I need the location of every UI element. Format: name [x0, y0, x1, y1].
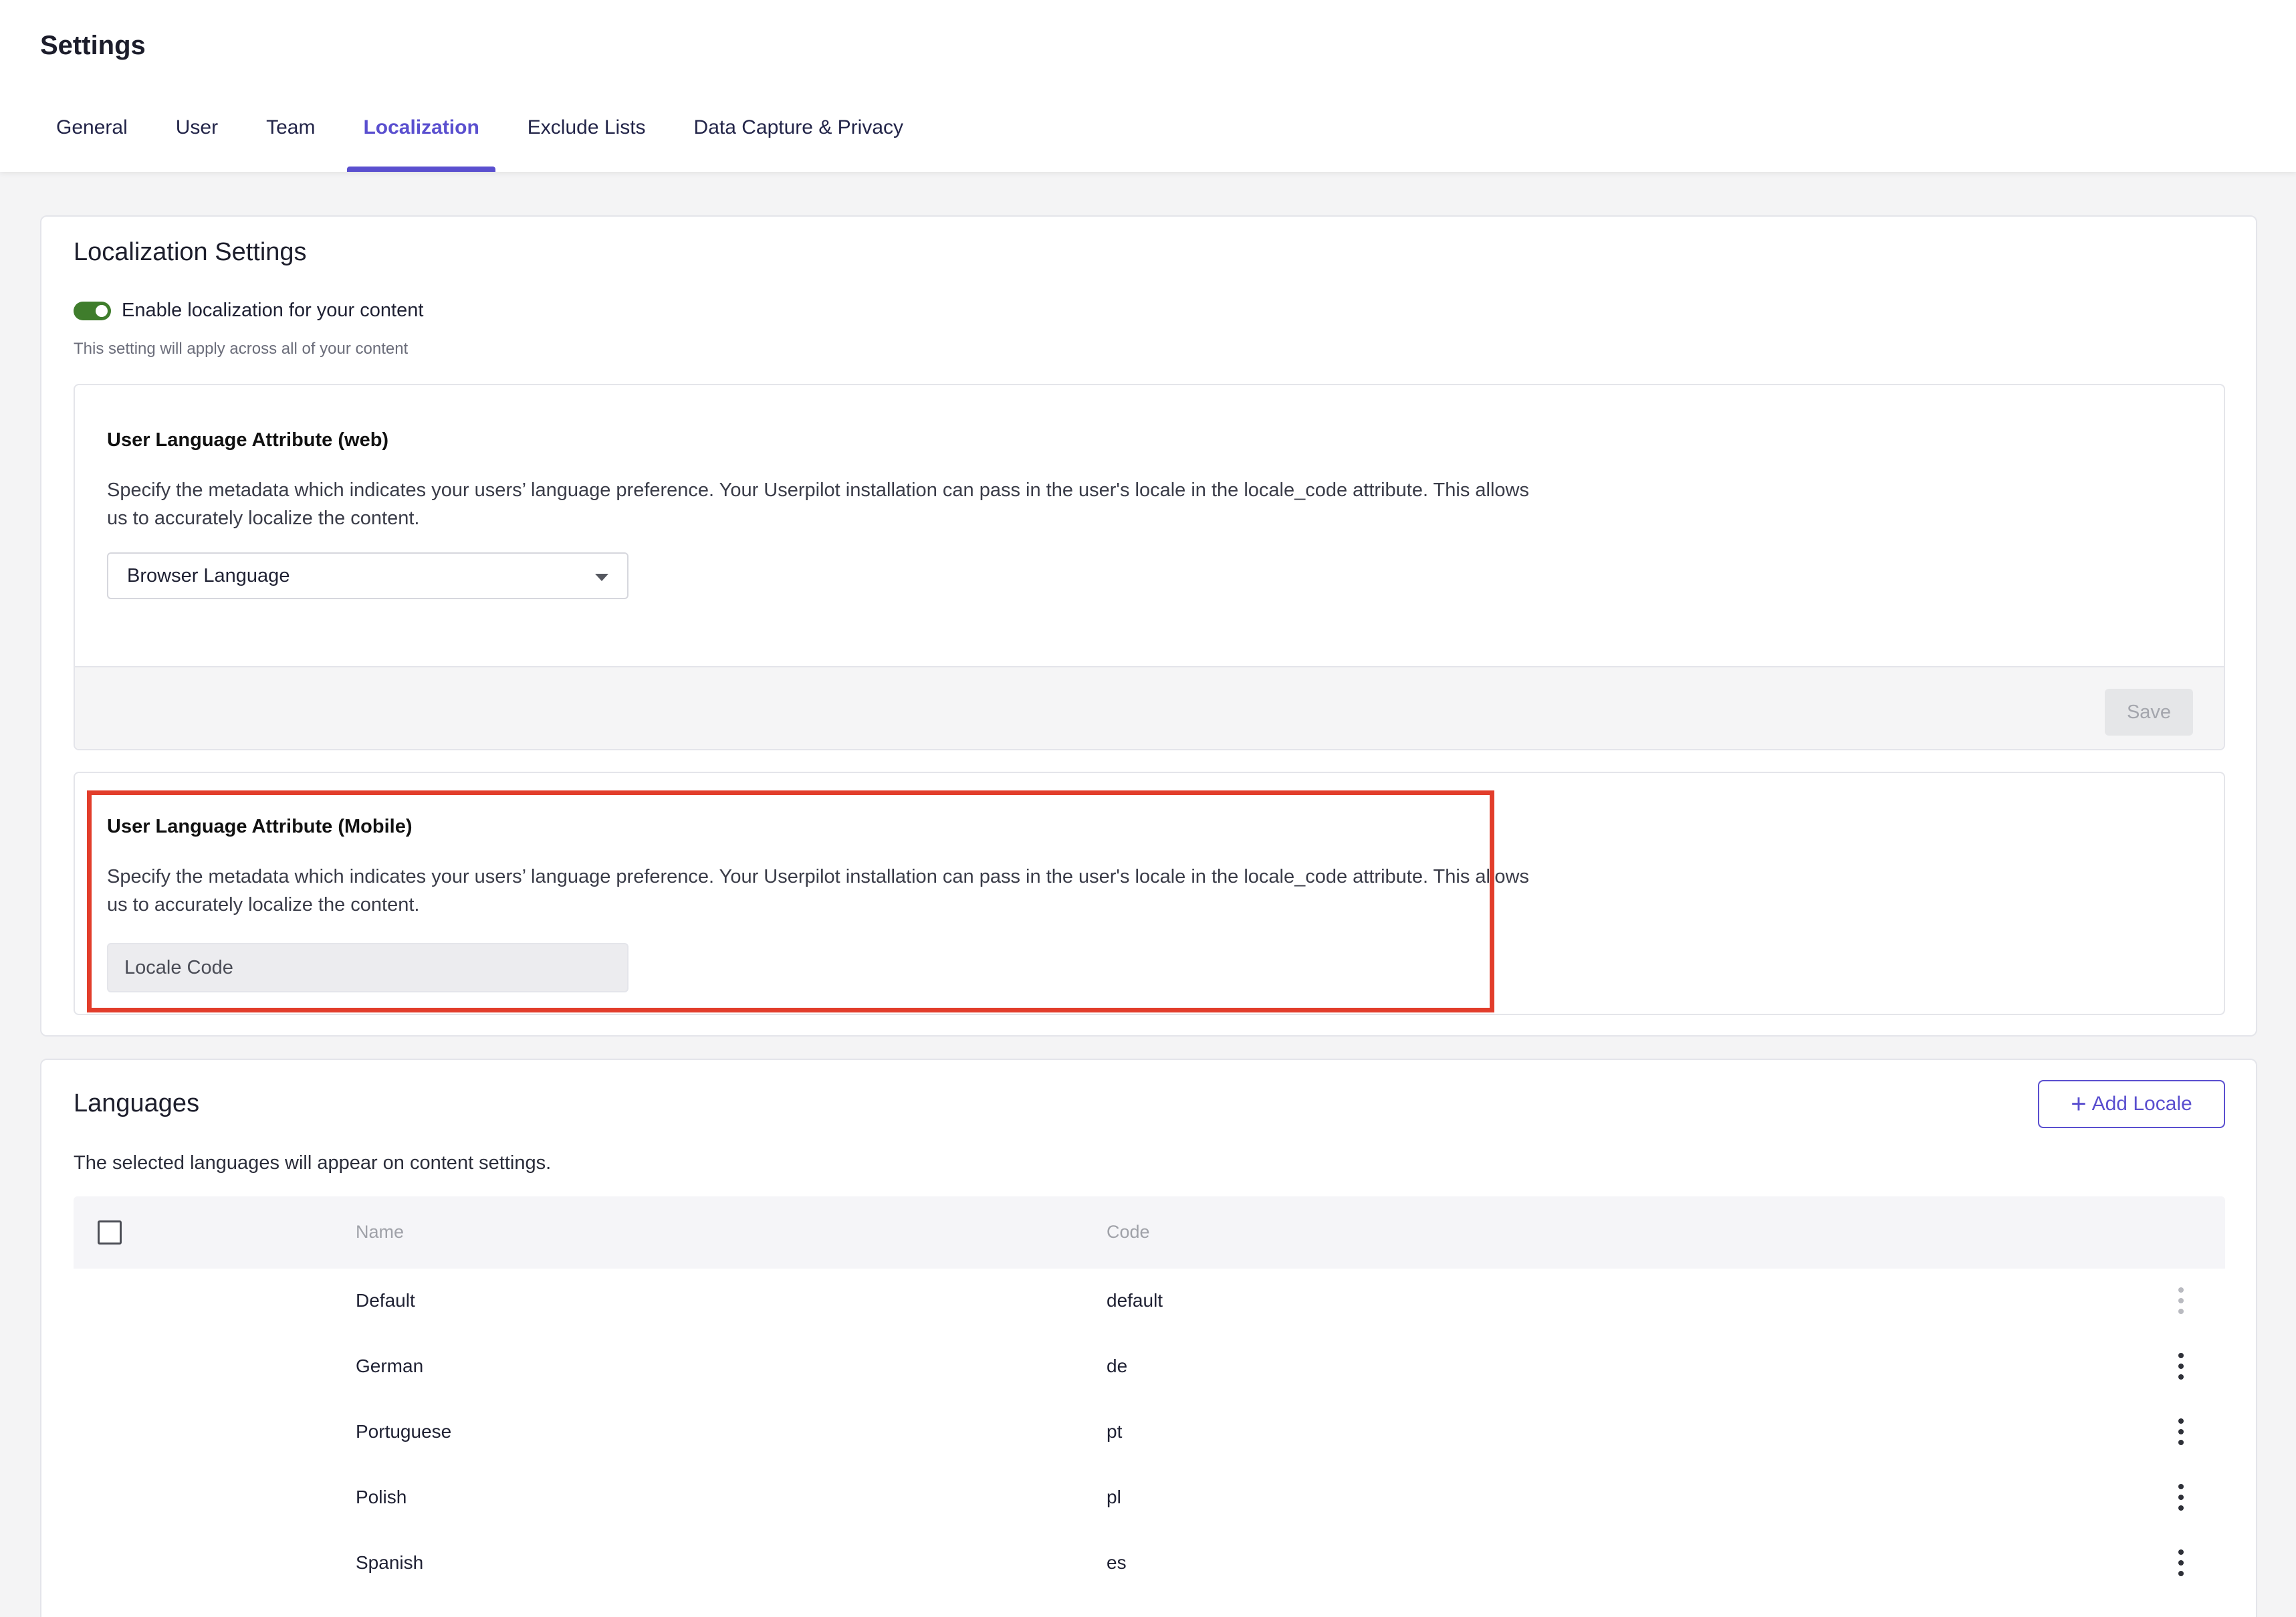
- chevron-down-icon: [595, 574, 608, 581]
- column-header-name: Name: [356, 1222, 405, 1242]
- web-language-attribute-card: User Language Attribute (web) Specify th…: [74, 384, 2225, 750]
- localization-settings-title: Localization Settings: [74, 238, 307, 266]
- web-language-select-value: Browser Language: [127, 564, 290, 586]
- language-code: de: [1107, 1356, 1128, 1376]
- column-header-code: Code: [1107, 1222, 1150, 1242]
- language-name: Spanish: [356, 1552, 424, 1573]
- more-options-icon: [2177, 1287, 2185, 1314]
- tab-data-capture-privacy[interactable]: Data Capture & Privacy: [678, 107, 919, 172]
- settings-header: Settings General User Team Localization …: [0, 0, 2296, 172]
- mobile-language-attribute-card: User Language Attribute (Mobile) Specify…: [74, 772, 2225, 1015]
- add-locale-button[interactable]: + Add Locale: [2038, 1080, 2225, 1128]
- mobile-attribute-description: Specify the metadata which indicates you…: [107, 866, 1529, 915]
- table-row: German de: [74, 1334, 2225, 1400]
- language-name: Default: [356, 1290, 415, 1311]
- language-name: German: [356, 1356, 424, 1376]
- tab-label: Team: [266, 116, 316, 138]
- web-language-select[interactable]: Browser Language: [107, 552, 628, 599]
- table-row: Portuguese pt: [74, 1400, 2225, 1465]
- tab-label: Exclude Lists: [527, 116, 646, 138]
- page-title: Settings: [40, 31, 146, 60]
- web-attribute-description: Specify the metadata which indicates you…: [107, 479, 1529, 529]
- table-row: Default default: [74, 1269, 2225, 1334]
- languages-table: Name Code Default default German de Port…: [74, 1196, 2225, 1596]
- language-code: pt: [1107, 1421, 1123, 1442]
- tab-general[interactable]: General: [40, 107, 144, 172]
- language-name: Polish: [356, 1487, 407, 1507]
- languages-title: Languages: [74, 1089, 200, 1117]
- select-all-checkbox[interactable]: [98, 1220, 122, 1245]
- settings-tabs: General User Team Localization Exclude L…: [40, 107, 935, 172]
- tab-label: General: [56, 116, 128, 138]
- language-code: es: [1107, 1552, 1127, 1573]
- locale-code-value: Locale Code: [124, 956, 233, 978]
- more-options-icon[interactable]: [2177, 1418, 2185, 1445]
- table-row: Spanish es: [74, 1531, 2225, 1596]
- save-button[interactable]: Save: [2105, 689, 2193, 736]
- web-attribute-title: User Language Attribute (web): [107, 429, 389, 451]
- locale-code-field[interactable]: Locale Code: [107, 943, 628, 992]
- tab-label: Data Capture & Privacy: [693, 116, 904, 138]
- language-code: default: [1107, 1290, 1163, 1311]
- tab-exclude-lists[interactable]: Exclude Lists: [511, 107, 662, 172]
- web-card-footer: Save: [75, 666, 2224, 749]
- localization-settings-panel: Localization Settings Enable localizatio…: [40, 215, 2257, 1037]
- table-header: Name Code: [74, 1196, 2225, 1269]
- languages-panel: Languages + Add Locale The selected lang…: [40, 1059, 2257, 1617]
- tab-team[interactable]: Team: [250, 107, 331, 172]
- add-locale-label: Add Locale: [2091, 1093, 2192, 1115]
- more-options-icon[interactable]: [2177, 1484, 2185, 1511]
- language-code: pl: [1107, 1487, 1121, 1507]
- plus-icon: +: [2071, 1089, 2087, 1119]
- languages-description: The selected languages will appear on co…: [74, 1152, 552, 1174]
- mobile-attribute-title: User Language Attribute (Mobile): [107, 816, 413, 837]
- localization-toggle-row: Enable localization for your content: [74, 300, 423, 322]
- localization-hint: This setting will apply across all of yo…: [74, 340, 409, 358]
- language-name: Portuguese: [356, 1421, 452, 1442]
- tab-user[interactable]: User: [160, 107, 234, 172]
- tab-label: Localization: [363, 116, 479, 138]
- more-options-icon[interactable]: [2177, 1353, 2185, 1380]
- table-row: Polish pl: [74, 1465, 2225, 1531]
- tab-localization[interactable]: Localization: [347, 107, 496, 172]
- tab-label: User: [175, 116, 219, 138]
- more-options-icon[interactable]: [2177, 1549, 2185, 1576]
- enable-localization-label: Enable localization for your content: [122, 300, 424, 321]
- enable-localization-toggle[interactable]: [74, 301, 111, 320]
